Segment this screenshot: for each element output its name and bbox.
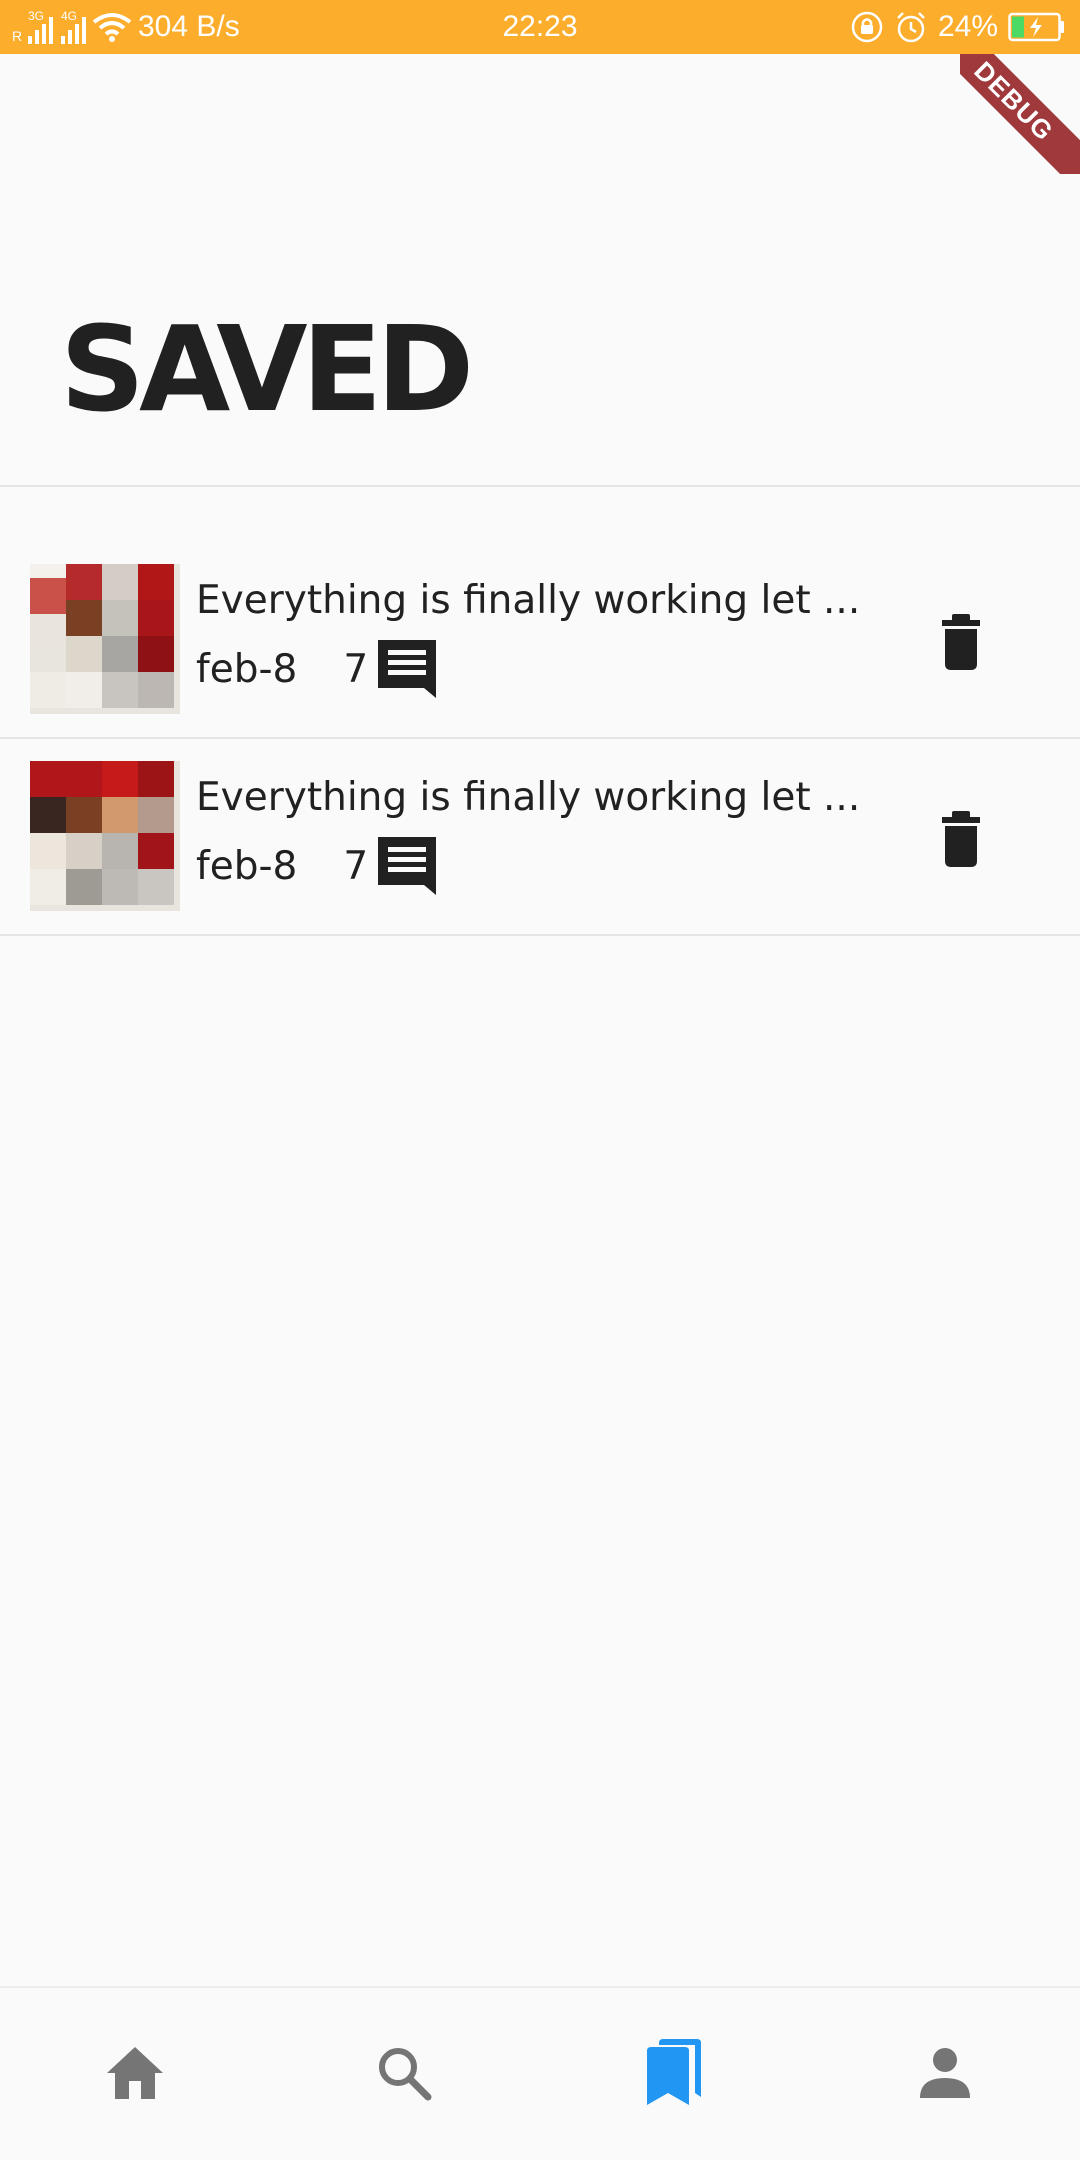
post-meta: feb-8 7 [196, 835, 438, 897]
home-icon [107, 2047, 163, 2099]
network-speed: 304 B/s [138, 10, 240, 43]
post-date: feb-8 [196, 646, 298, 692]
post-thumbnail [30, 564, 180, 714]
post-date: feb-8 [196, 843, 298, 889]
delete-icon[interactable] [938, 612, 992, 674]
nav-home[interactable] [90, 2028, 180, 2118]
saved-item[interactable]: Everything is finally working let ... fe… [0, 542, 1080, 738]
post-title: Everything is finally working let ... [196, 775, 861, 820]
battery-percent: 24% [937, 10, 998, 43]
nav-profile[interactable] [900, 2028, 990, 2118]
debug-banner-label: DEBUG [960, 54, 1080, 174]
comment-icon [378, 640, 437, 698]
status-bar: R 3G 4G 304 B/s 22:23 24% [0, 0, 1080, 54]
delete-icon[interactable] [938, 809, 992, 871]
post-meta: feb-8 7 [196, 638, 438, 700]
post-title: Everything is finally working let ... [196, 578, 861, 623]
status-left: R 3G 4G 304 B/s [12, 0, 240, 54]
wifi-icon [92, 13, 132, 42]
roaming-indicator: R [12, 28, 23, 44]
item-divider [0, 934, 1080, 936]
comment-count: 7 [343, 843, 369, 889]
debug-banner: DEBUG [960, 54, 1080, 174]
post-thumbnail [30, 761, 180, 911]
bookmarks-icon [647, 2039, 701, 2105]
nav-saved[interactable] [629, 2028, 719, 2118]
nav-search[interactable] [359, 2028, 449, 2118]
battery-charging-icon [1008, 12, 1064, 42]
sim2-network-type: 4G [61, 9, 78, 23]
alarm-icon [897, 12, 925, 43]
comment-count: 7 [343, 646, 369, 692]
person-icon [920, 2048, 970, 2098]
status-right: 24% [850, 0, 1066, 54]
bottom-navigation [0, 1986, 1080, 2160]
comment-icon [378, 837, 437, 895]
cell-signal-2-icon: 4G [59, 10, 86, 44]
sim1-network-type: 3G [28, 9, 45, 23]
title-divider [0, 485, 1080, 487]
saved-item[interactable]: Everything is finally working let ... fe… [0, 739, 1080, 935]
page-title: SAVED [60, 300, 474, 438]
cell-signal-icon: R 3G [12, 10, 53, 44]
search-icon [379, 2048, 432, 2101]
rotation-lock-icon [851, 11, 883, 43]
